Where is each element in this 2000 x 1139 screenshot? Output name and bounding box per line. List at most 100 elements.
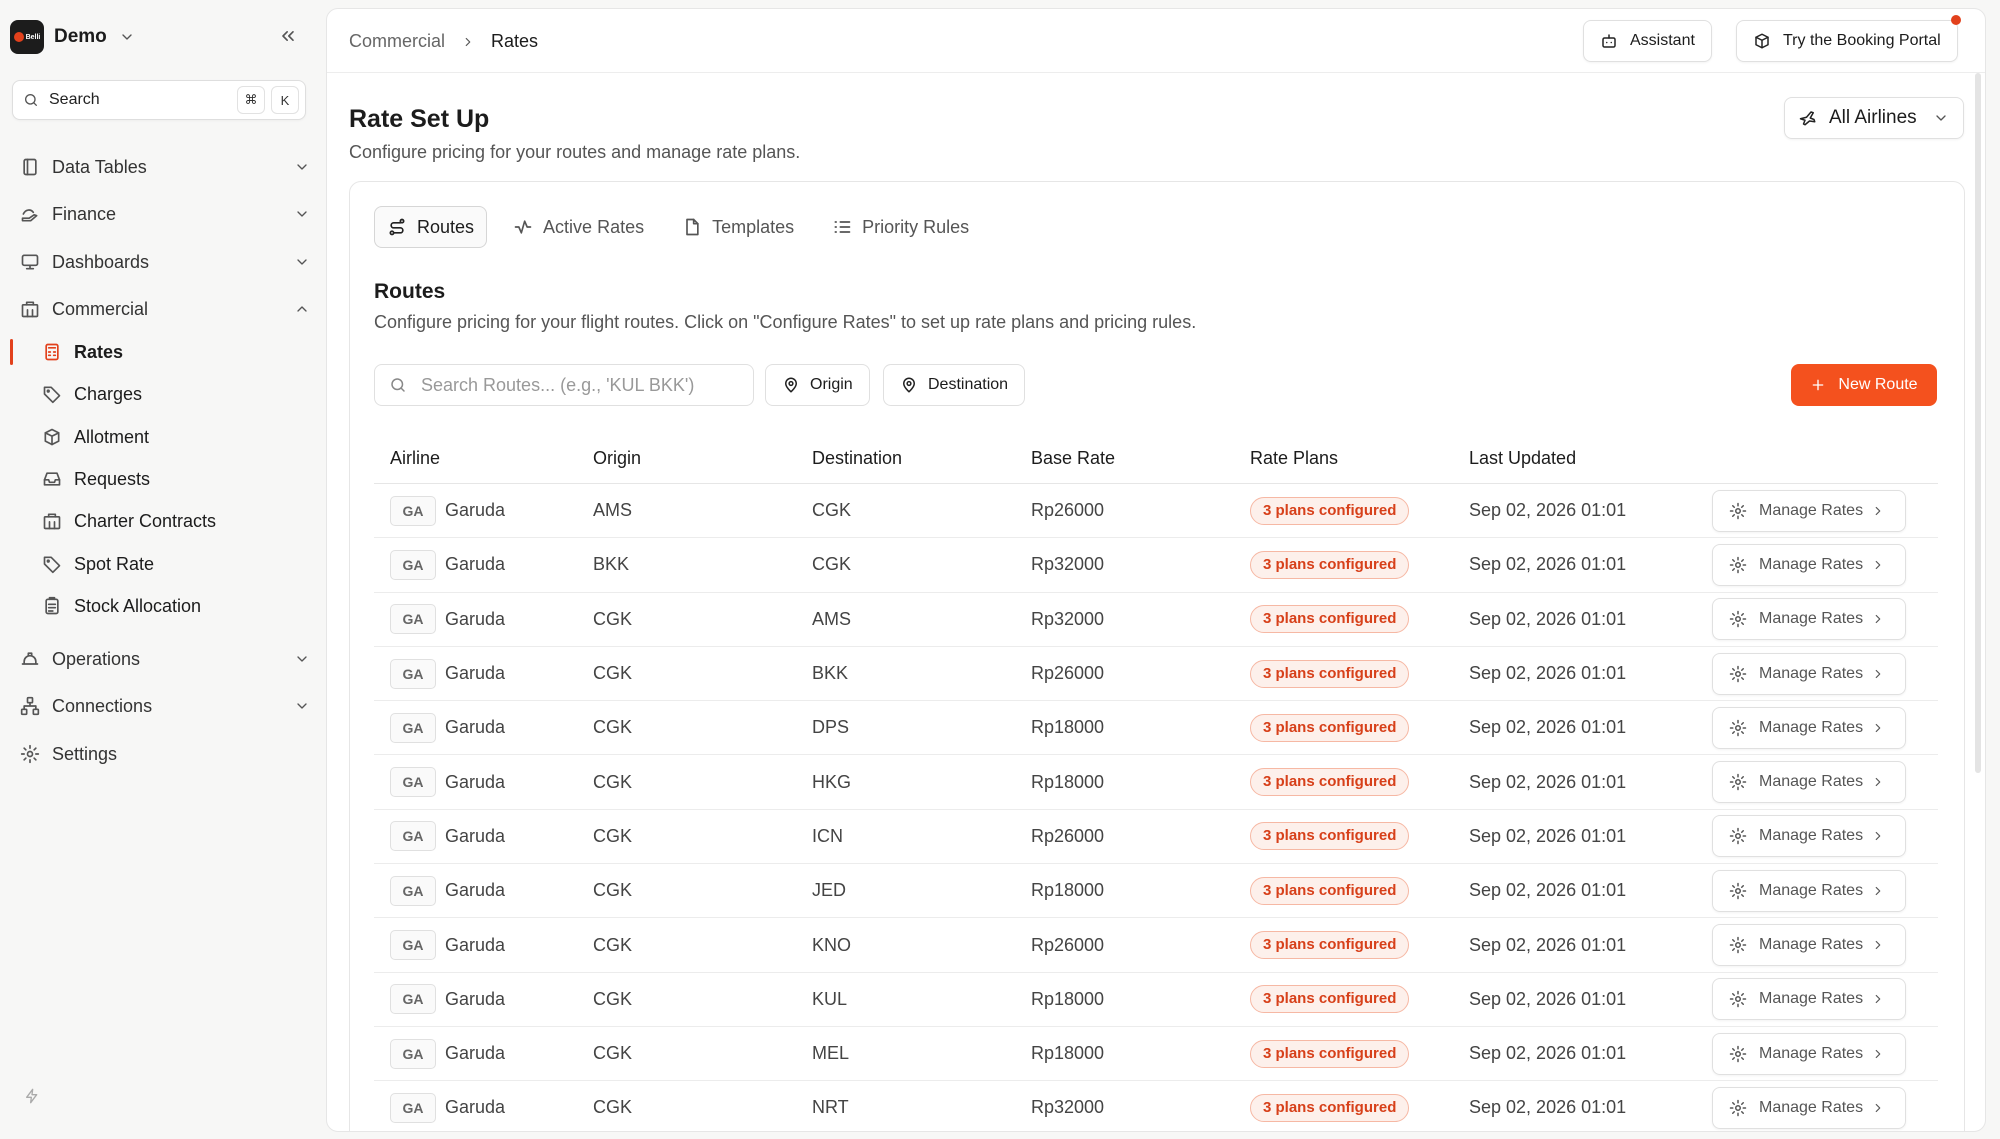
- tab-label: Routes: [417, 216, 475, 237]
- nav-group-commercial[interactable]: Commercial: [20, 291, 310, 327]
- tag-icon: [43, 556, 61, 574]
- airline-cell: GA Garuda: [374, 875, 593, 906]
- nav-group-label: Finance: [52, 203, 117, 224]
- sidebar-item-allotment[interactable]: Allotment: [42, 419, 310, 455]
- sidebar-item-rates[interactable]: Rates: [42, 334, 310, 370]
- manage-rates-button[interactable]: Manage Rates: [1712, 598, 1906, 641]
- last-updated-cell: Sep 02, 2026 01:01: [1469, 500, 1627, 521]
- manage-rates-button[interactable]: Manage Rates: [1712, 489, 1906, 532]
- manage-rates-button[interactable]: Manage Rates: [1712, 543, 1906, 586]
- base-rate-cell: Rp18000: [1031, 771, 1105, 792]
- actions-cell: Manage Rates: [1712, 869, 1938, 912]
- activity-icon: [514, 220, 532, 234]
- scrollbar[interactable]: [1975, 73, 1981, 773]
- table-header: Airline Origin Destination Base Rate Rat…: [374, 434, 1938, 484]
- gear-icon: [1729, 936, 1747, 954]
- sidebar-item-label: Requests: [74, 468, 151, 489]
- nav-group-data-tables[interactable]: Data Tables: [20, 149, 310, 185]
- search-button[interactable]: Search ⌘ K: [12, 80, 306, 120]
- nav-group-dashboards[interactable]: Dashboards: [20, 244, 310, 280]
- page-title: Rate Set Up: [349, 105, 490, 133]
- origin-filter-label: Origin: [810, 376, 853, 393]
- manage-rates-button[interactable]: Manage Rates: [1712, 652, 1906, 695]
- nav-group-operations[interactable]: Operations: [20, 641, 310, 677]
- tab-label: Templates: [712, 216, 795, 237]
- assistant-button[interactable]: Assistant: [1583, 20, 1712, 62]
- tab-routes[interactable]: Routes: [374, 206, 488, 248]
- sidebar-item-label: Rates: [74, 341, 124, 362]
- chevron-right-icon: [1875, 995, 1881, 1004]
- new-route-button[interactable]: New Route: [1791, 364, 1937, 406]
- sidebar-item-charter-contracts[interactable]: Charter Contracts: [42, 503, 310, 539]
- chevron-right-icon: [465, 37, 471, 46]
- rate-plans-badge: 3 plans configured: [1250, 605, 1410, 634]
- airline-filter-select[interactable]: All Airlines: [1784, 97, 1964, 139]
- tab-priority-rules[interactable]: Priority Rules: [820, 206, 981, 248]
- nav-group-settings[interactable]: Settings: [20, 736, 310, 772]
- route-search-input[interactable]: [421, 374, 741, 396]
- actions-cell: Manage Rates: [1712, 598, 1938, 641]
- header-base-rate: Base Rate: [1031, 448, 1116, 468]
- destination-filter-button[interactable]: Destination: [883, 364, 1026, 406]
- origin-cell: BKK: [593, 554, 630, 575]
- clipboard-icon: [45, 596, 59, 615]
- manage-rates-button[interactable]: Manage Rates: [1712, 924, 1906, 967]
- destination-cell: AMS: [812, 608, 852, 629]
- gear-icon: [1729, 610, 1747, 628]
- sidebar-item-charges[interactable]: Charges: [42, 376, 310, 412]
- manage-rates-button[interactable]: Manage Rates: [1712, 1032, 1906, 1075]
- workspace-name: Demo: [54, 26, 107, 47]
- table-row: GA Garuda CGK NRT Rp32000 3 plans config…: [374, 1081, 1938, 1131]
- base-rate-cell: Rp18000: [1031, 1043, 1105, 1064]
- status-button[interactable]: [24, 1088, 40, 1104]
- manage-rates-button[interactable]: Manage Rates: [1712, 978, 1906, 1021]
- base-rate-cell: Rp32000: [1031, 1097, 1105, 1118]
- origin-cell: CGK: [593, 608, 633, 629]
- airline-name: Garuda: [445, 880, 506, 901]
- sidebar-item-requests[interactable]: Requests: [42, 461, 310, 497]
- route-search-field[interactable]: [374, 364, 754, 406]
- airline-name: Garuda: [445, 825, 506, 846]
- destination-cell: HKG: [812, 771, 852, 792]
- nav-group-finance[interactable]: Finance: [20, 196, 310, 232]
- nav-group-connections[interactable]: Connections: [20, 688, 310, 724]
- workspace-switcher[interactable]: Belli Demo: [10, 20, 310, 54]
- table-row: GA Garuda CGK BKK Rp26000 3 plans config…: [374, 647, 1938, 702]
- manage-rates-label: Manage Rates: [1759, 664, 1864, 682]
- manage-rates-button[interactable]: Manage Rates: [1712, 1086, 1906, 1129]
- sidebar-item-label: Charges: [74, 383, 143, 404]
- tab-templates[interactable]: Templates: [670, 206, 806, 248]
- manage-rates-button[interactable]: Manage Rates: [1712, 815, 1906, 858]
- chevron-right-icon: [1875, 832, 1881, 841]
- header-rate-plans: Rate Plans: [1250, 448, 1339, 468]
- gear-icon: [1729, 502, 1747, 519]
- airline-code-badge: GA: [390, 930, 436, 961]
- table-body: GA Garuda AMS CGK Rp26000 3 plans config…: [374, 484, 1938, 1131]
- nav-group-label: Data Tables: [52, 156, 147, 177]
- manage-rates-button[interactable]: Manage Rates: [1712, 706, 1906, 749]
- manage-rates-button[interactable]: Manage Rates: [1712, 761, 1906, 804]
- last-updated-cell: Sep 02, 2026 01:01: [1469, 1043, 1627, 1064]
- airline-name: Garuda: [445, 1043, 506, 1064]
- sidebar-item-label: Spot Rate: [74, 553, 155, 574]
- base-rate-cell: Rp18000: [1031, 880, 1105, 901]
- page-subtitle: Configure pricing for your routes and ma…: [349, 142, 801, 162]
- sidebar-item-spot-rate[interactable]: Spot Rate: [42, 546, 310, 582]
- sidebar-item-stock-allocation[interactable]: Stock Allocation: [42, 588, 310, 624]
- nav-group-label: Connections: [52, 695, 153, 716]
- origin-cell: CGK: [593, 934, 633, 955]
- rate-plans-cell: 3 plans configured: [1250, 496, 1469, 525]
- breadcrumb-parent[interactable]: Commercial: [349, 31, 445, 52]
- tab-active-rates[interactable]: Active Rates: [501, 206, 656, 248]
- last-updated-cell: Sep 02, 2026 01:01: [1469, 554, 1627, 575]
- booking-portal-button[interactable]: Try the Booking Portal: [1736, 15, 1961, 62]
- airline-name: Garuda: [445, 717, 506, 738]
- rate-plans-cell: 3 plans configured: [1250, 985, 1469, 1014]
- tab-list: Routes Active Rates Templates Priority R…: [374, 206, 995, 248]
- airline-cell: GA Garuda: [374, 712, 593, 743]
- rate-plans-badge: 3 plans configured: [1250, 985, 1410, 1014]
- collapse-sidebar-button[interactable]: [278, 26, 298, 46]
- monitor-icon: [21, 254, 39, 270]
- origin-filter-button[interactable]: Origin: [765, 364, 870, 406]
- manage-rates-button[interactable]: Manage Rates: [1712, 869, 1906, 912]
